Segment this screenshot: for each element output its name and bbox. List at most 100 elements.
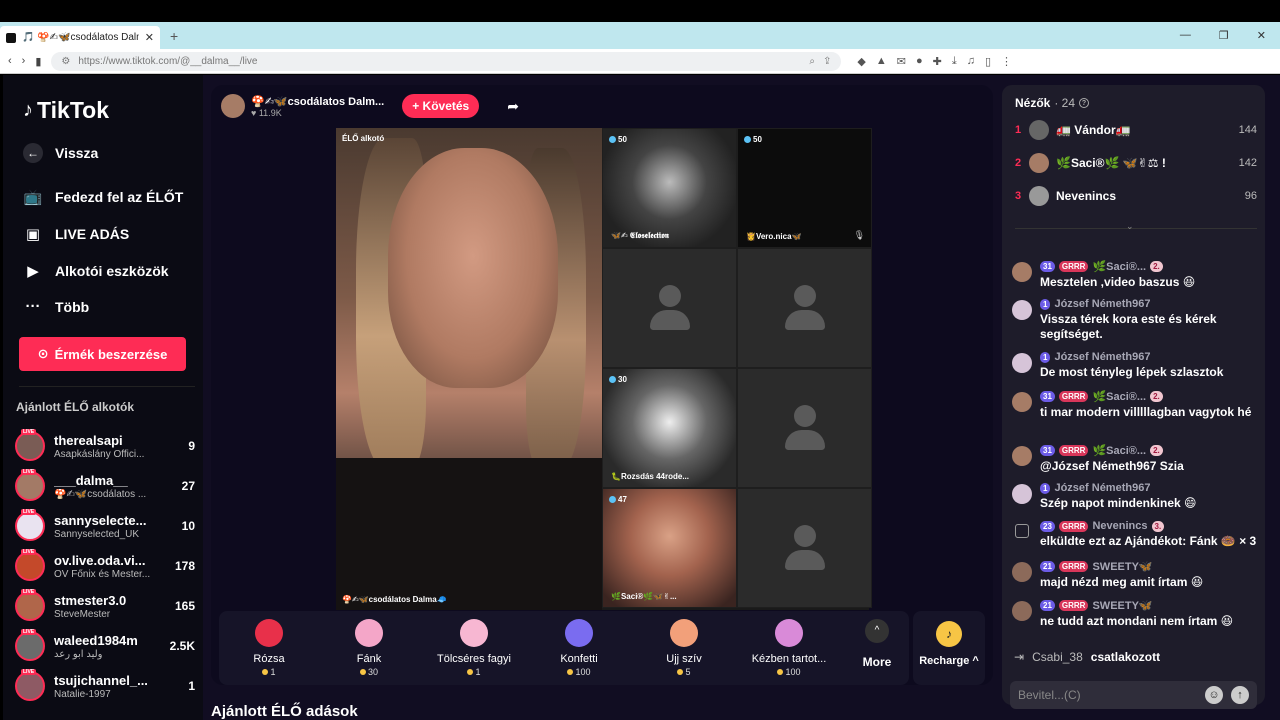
gift-item[interactable]: Konfetti 100 bbox=[529, 619, 629, 677]
chevron-down-icon[interactable]: ⌄ bbox=[1126, 221, 1134, 232]
new-tab-icon[interactable]: + bbox=[170, 28, 178, 44]
guest-tile[interactable]: 50 👸Vero.nica🦋 🎙 bbox=[737, 128, 872, 248]
live-badge: LIVE bbox=[21, 509, 37, 515]
browser-tab[interactable]: 🎵 🍄✍🦋csodálatos Dalma🧢 ✕ bbox=[0, 26, 160, 49]
creator-item[interactable]: LIVE sannyselecte... Sannyselected_UK 10 bbox=[15, 508, 195, 544]
enter-icon: ⇥ bbox=[1014, 650, 1025, 664]
creator-item[interactable]: LIVE stmester3.0 SteveMester 165 bbox=[15, 588, 195, 624]
avatar[interactable] bbox=[1012, 353, 1032, 373]
gift-item[interactable]: Kézben tartot... 100 bbox=[739, 619, 839, 677]
host-video[interactable]: ÉLŐ alkotó 🍄✍🦋csodálatos Dalma🧢 bbox=[336, 128, 602, 610]
gift-item[interactable]: Tölcséres fagyi 1 bbox=[424, 619, 524, 677]
download-icon[interactable]: ⤓ bbox=[952, 55, 957, 68]
gift-item[interactable]: Ujj szív 5 bbox=[634, 619, 734, 677]
share-page-icon[interactable]: ⇪ bbox=[823, 56, 831, 67]
gift-item[interactable]: Fánk 30 bbox=[319, 619, 419, 677]
avatar[interactable] bbox=[1012, 601, 1032, 621]
empty-seat-tile[interactable] bbox=[737, 248, 872, 368]
top-viewer[interactable]: 1 🚛 Vándor🚛 144 bbox=[1015, 117, 1257, 143]
host-name[interactable]: 🍄✍🦋csodálatos Dalm... bbox=[251, 95, 384, 108]
creator-item[interactable]: LIVE tsujichannel_... Natalie-1997 1 bbox=[15, 668, 195, 704]
nav-more[interactable]: ··· Több bbox=[23, 298, 90, 315]
avatar[interactable] bbox=[1012, 562, 1032, 582]
close-window-icon[interactable]: ✕ bbox=[1257, 29, 1266, 42]
minimize-icon[interactable]: — bbox=[1180, 29, 1191, 42]
top-viewer[interactable]: 2 🌿Saci®🌿 🦋✌⚖ ! 142 bbox=[1015, 150, 1257, 176]
nav-live-broadcast[interactable]: ▣ LIVE ADÁS bbox=[23, 225, 129, 243]
menu-icon[interactable]: ⋮ bbox=[1001, 55, 1012, 68]
chat-message: 1 József Németh967 Vissza térek kora este… bbox=[1012, 298, 1258, 342]
chat-username[interactable]: József Németh967 bbox=[1054, 351, 1150, 363]
guest-badge: 50 bbox=[609, 135, 627, 144]
empty-seat-tile[interactable] bbox=[602, 248, 737, 368]
heart-in-hand-icon bbox=[775, 619, 803, 647]
zoom-icon[interactable]: ⌕ bbox=[809, 56, 815, 67]
send-icon[interactable]: ↑ bbox=[1231, 686, 1249, 704]
guest-tile[interactable]: 30 🐛Rozsdás 44rode... bbox=[602, 368, 737, 488]
avatar[interactable] bbox=[1012, 392, 1032, 412]
donut-icon bbox=[355, 619, 383, 647]
nav-explore-live[interactable]: 📺 Fedezd fel az ÉLŐT bbox=[23, 188, 184, 206]
back-arrow-icon[interactable]: ‹ bbox=[8, 55, 12, 67]
chat-username[interactable]: 🌿Saci®... bbox=[1092, 260, 1146, 273]
gift-item[interactable]: Rózsa 1 bbox=[219, 619, 319, 677]
empty-seat-tile[interactable] bbox=[737, 368, 872, 488]
chat-username[interactable]: József Németh967 bbox=[1054, 298, 1150, 310]
close-tab-icon[interactable]: ✕ bbox=[145, 31, 154, 44]
chat-message: 21 GRRR SWEETY🦋 ne tudd azt mondani nem ír… bbox=[1012, 599, 1258, 629]
host-avatar[interactable] bbox=[221, 94, 245, 118]
extension-icon[interactable]: ✉ bbox=[897, 55, 906, 68]
extension-icon[interactable]: ✚ bbox=[933, 55, 942, 68]
creator-item[interactable]: LIVE ___dalma__ 🍄✍🦋csodálatos ... 27 bbox=[15, 468, 195, 504]
extension-icon[interactable]: ● bbox=[916, 55, 923, 68]
camera-icon: ▣ bbox=[25, 226, 41, 243]
creator-item[interactable]: LIVE waleed1984m وليد ابو رعد 2.5K bbox=[15, 628, 195, 664]
sidebar-toggle-icon[interactable]: ▯ bbox=[985, 55, 991, 68]
chat-username[interactable]: SWEETY🦋 bbox=[1092, 560, 1152, 573]
tiktok-logo[interactable]: ♪ TikTok bbox=[23, 97, 109, 124]
restore-icon[interactable]: ❐ bbox=[1219, 29, 1229, 42]
chat-username[interactable]: 🌿Saci®... bbox=[1092, 444, 1146, 457]
nav-creator-tools[interactable]: ▶ Alkotói eszközök bbox=[23, 262, 168, 280]
team-badge: GRRR bbox=[1058, 391, 1089, 402]
emoji-icon[interactable]: ☺ bbox=[1205, 686, 1223, 704]
follow-button[interactable]: + Követés bbox=[402, 94, 480, 118]
chat-text: ne tudd azt mondani nem írtam 😆 bbox=[1040, 614, 1234, 628]
chat-input[interactable]: Bevitel...(C) ☺ ↑ bbox=[1010, 681, 1257, 709]
forward-arrow-icon[interactable]: › bbox=[22, 55, 26, 67]
person-placeholder-icon bbox=[784, 525, 825, 571]
guest-tile[interactable]: 47 🌿Saci®🌿🦋✌... bbox=[602, 488, 737, 608]
creator-item[interactable]: LIVE therealsapi Asapkáslány Offici... 9 bbox=[15, 428, 195, 464]
multi-guest-stage: ÉLŐ alkotó 🍄✍🦋csodálatos Dalma🧢 50 🦋✍ 𝕰𝖑… bbox=[336, 128, 872, 610]
avatar[interactable] bbox=[1012, 262, 1032, 282]
site-info-icon[interactable]: ⚙ bbox=[61, 56, 70, 67]
extension-icon[interactable]: ◆ bbox=[857, 55, 865, 68]
top-viewer[interactable]: 3 Nevenincs 96 bbox=[1015, 183, 1257, 209]
address-bar[interactable]: ⚙ https://www.tiktok.com/@__dalma__/live… bbox=[51, 51, 842, 71]
chat-username[interactable]: Nevenincs bbox=[1092, 520, 1147, 532]
dots-icon: ··· bbox=[25, 298, 41, 315]
chat-username[interactable]: SWEETY🦋 bbox=[1092, 599, 1152, 612]
music-icon[interactable]: ♫ bbox=[967, 55, 975, 68]
recharge-button[interactable]: ♪ Recharge ^ bbox=[913, 611, 985, 685]
chat-username[interactable]: 🌿Saci®... bbox=[1092, 390, 1146, 403]
guest-tile[interactable]: 50 🦋✍ 𝕰𝖑𝖔𝖘𝖊𝖑𝖊𝖈𝖙𝖎𝖔𝖓 bbox=[602, 128, 737, 248]
avatar[interactable] bbox=[1012, 446, 1032, 466]
back-link[interactable]: ← Vissza bbox=[23, 143, 98, 163]
bookmark-icon[interactable]: ▮ bbox=[35, 55, 41, 68]
url-text: https://www.tiktok.com/@__dalma__/live bbox=[78, 55, 258, 67]
share-icon[interactable]: ➦ bbox=[507, 98, 519, 115]
chat-message: 21 GRRR SWEETY🦋 majd nézd meg amit írtam 😆 bbox=[1012, 560, 1258, 590]
more-gifts-button[interactable]: ^ More bbox=[853, 619, 901, 669]
help-icon[interactable]: ? bbox=[1079, 98, 1090, 108]
get-coins-button[interactable]: ⊙ Érmék beszerzése bbox=[19, 337, 186, 371]
avatar[interactable] bbox=[1012, 300, 1032, 320]
extension-icon[interactable]: ▲ bbox=[876, 55, 887, 68]
creator-item[interactable]: LIVE ov.live.oda.vi... OV Főnix és Mester… bbox=[15, 548, 195, 584]
creator-name: tsujichannel_... bbox=[54, 672, 148, 688]
avatar[interactable] bbox=[1012, 484, 1032, 504]
chat-username[interactable]: József Németh967 bbox=[1054, 482, 1150, 494]
joined-user[interactable]: Csabi_38 bbox=[1032, 650, 1083, 664]
level-badge: 1 bbox=[1040, 298, 1051, 310]
empty-seat-tile[interactable] bbox=[737, 488, 872, 608]
